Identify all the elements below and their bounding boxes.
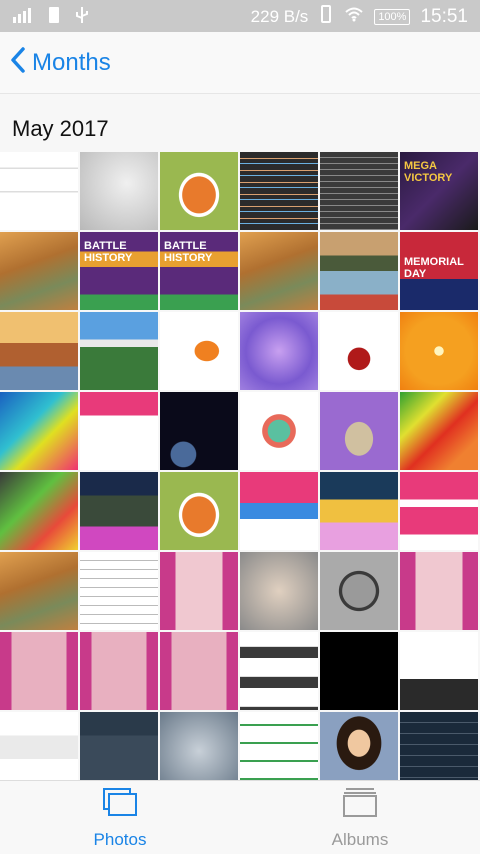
photo-thumbnail[interactable]	[160, 312, 238, 390]
photo-thumbnail[interactable]: BATTLE HISTORY	[160, 232, 238, 310]
photo-thumbnail[interactable]	[80, 312, 158, 390]
tab-albums-label: Albums	[331, 830, 389, 849]
photo-thumbnail[interactable]	[400, 632, 478, 710]
photo-caption: BATTLE HISTORY	[164, 240, 213, 264]
back-label: Months	[32, 48, 111, 76]
photo-thumbnail[interactable]	[240, 712, 318, 780]
photo-thumbnail[interactable]	[80, 552, 158, 630]
photo-thumbnail[interactable]: MEMORIAL DAY	[400, 232, 478, 310]
sim-card-icon	[48, 6, 60, 29]
photo-thumbnail[interactable]	[320, 472, 398, 550]
photo-thumbnail[interactable]	[0, 472, 78, 550]
tab-albums[interactable]: Albums	[300, 787, 420, 850]
albums-icon	[342, 788, 378, 821]
photo-thumbnail[interactable]	[0, 392, 78, 470]
photo-caption: MEMORIAL DAY	[404, 256, 464, 280]
photo-thumbnail[interactable]	[0, 312, 78, 390]
photo-thumbnail[interactable]	[240, 552, 318, 630]
photo-thumbnail[interactable]	[240, 152, 318, 230]
photo-thumbnail[interactable]	[400, 552, 478, 630]
photo-thumbnail[interactable]	[0, 232, 78, 310]
tab-photos[interactable]: Photos	[60, 787, 180, 850]
photo-thumbnail[interactable]	[400, 312, 478, 390]
photo-thumbnail[interactable]	[320, 632, 398, 710]
back-button[interactable]: Months	[10, 46, 111, 79]
photo-thumbnail[interactable]	[0, 712, 78, 780]
photos-icon	[102, 788, 138, 821]
photo-thumbnail[interactable]	[160, 632, 238, 710]
photo-thumbnail[interactable]	[240, 472, 318, 550]
photo-thumbnail[interactable]	[320, 712, 398, 780]
tab-bar: Photos Albums	[0, 780, 480, 854]
photo-thumbnail[interactable]	[0, 552, 78, 630]
photo-thumbnail[interactable]	[80, 472, 158, 550]
wifi-icon	[344, 6, 364, 27]
chevron-left-icon	[10, 46, 26, 79]
battery-indicator: 100%	[374, 8, 411, 25]
photo-thumbnail[interactable]	[160, 472, 238, 550]
photo-thumbnail[interactable]: MEGA VICTORY	[400, 152, 478, 230]
tab-photos-label: Photos	[93, 830, 147, 849]
photo-thumbnail[interactable]	[160, 392, 238, 470]
photo-thumbnail[interactable]	[160, 152, 238, 230]
photo-thumbnail[interactable]	[400, 712, 478, 780]
photo-thumbnail[interactable]	[80, 152, 158, 230]
signal-icon	[12, 7, 34, 28]
photo-caption: BATTLE HISTORY	[84, 240, 133, 264]
photo-thumbnail[interactable]	[160, 552, 238, 630]
usb-icon	[74, 6, 90, 29]
photo-grid: MEGA VICTORY BATTLE HISTORY BATTLE HISTO…	[0, 152, 480, 780]
photo-thumbnail[interactable]	[400, 392, 478, 470]
photo-thumbnail[interactable]	[320, 152, 398, 230]
photo-thumbnail[interactable]	[400, 472, 478, 550]
photo-thumbnail[interactable]: BATTLE HISTORY	[80, 232, 158, 310]
clock: 15:51	[420, 5, 468, 27]
photo-thumbnail[interactable]	[240, 312, 318, 390]
photo-thumbnail[interactable]	[240, 232, 318, 310]
photo-thumbnail[interactable]	[240, 632, 318, 710]
photo-thumbnail[interactable]	[320, 232, 398, 310]
photo-thumbnail[interactable]	[320, 552, 398, 630]
photo-thumbnail[interactable]	[160, 712, 238, 780]
photo-thumbnail[interactable]	[80, 712, 158, 780]
photo-thumbnail[interactable]	[240, 392, 318, 470]
photo-thumbnail[interactable]	[0, 152, 78, 230]
photo-caption: MEGA VICTORY	[404, 160, 453, 184]
photo-thumbnail[interactable]	[320, 392, 398, 470]
network-speed: 229 B/s	[250, 6, 309, 26]
navigation-bar: Months	[0, 32, 480, 94]
photo-thumbnail[interactable]	[0, 632, 78, 710]
month-heading: May 2017	[12, 116, 109, 141]
photo-thumbnail[interactable]	[80, 632, 158, 710]
status-bar: 229 B/s 100% 15:51	[0, 0, 480, 32]
vibrate-icon	[318, 5, 334, 28]
photo-thumbnail[interactable]	[320, 312, 398, 390]
photo-thumbnail[interactable]	[80, 392, 158, 470]
